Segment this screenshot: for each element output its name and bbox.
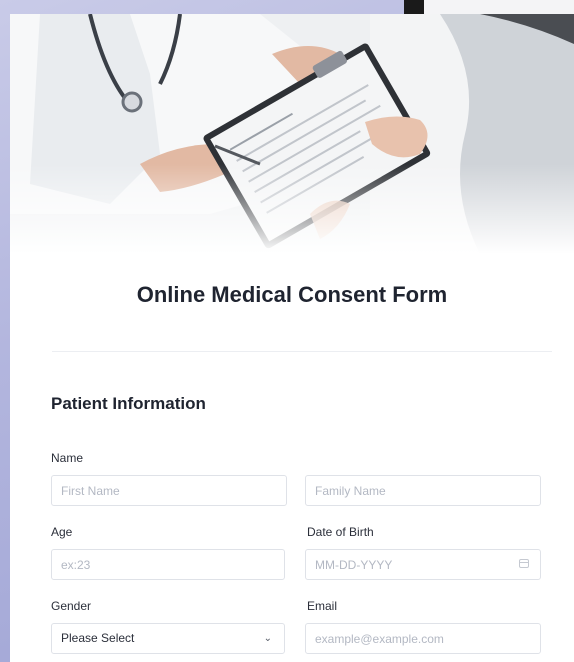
section-title: Patient Information [51,394,206,413]
age-field[interactable] [51,549,285,580]
form-card: Online Medical Consent Form Patient Info… [10,14,574,662]
age-label: Age [51,525,73,539]
calendar-icon[interactable] [519,559,529,568]
first-name-field[interactable] [51,475,287,506]
age-input[interactable] [61,550,284,579]
form-title: Online Medical Consent Form [136,282,448,307]
gender-select[interactable]: Please Select ⌄ [51,623,285,654]
family-name-field[interactable] [305,475,541,506]
hero-fade [10,164,574,254]
chevron-down-icon: ⌄ [263,633,272,644]
family-name-input[interactable] [315,476,540,505]
name-label: Name [51,451,84,465]
background-edge-dark [404,0,424,14]
email-label: Email [307,599,338,613]
email-input[interactable] [315,624,540,653]
first-name-input[interactable] [61,476,286,505]
dob-input[interactable] [315,550,505,579]
gender-selected-value: Please Select [61,631,135,645]
hero-image [10,14,574,254]
dob-field[interactable] [305,549,541,580]
title-divider [52,351,552,352]
dob-label: Date of Birth [307,525,374,539]
email-field[interactable] [305,623,541,654]
background-edge-light [424,0,574,14]
gender-label: Gender [51,599,92,613]
